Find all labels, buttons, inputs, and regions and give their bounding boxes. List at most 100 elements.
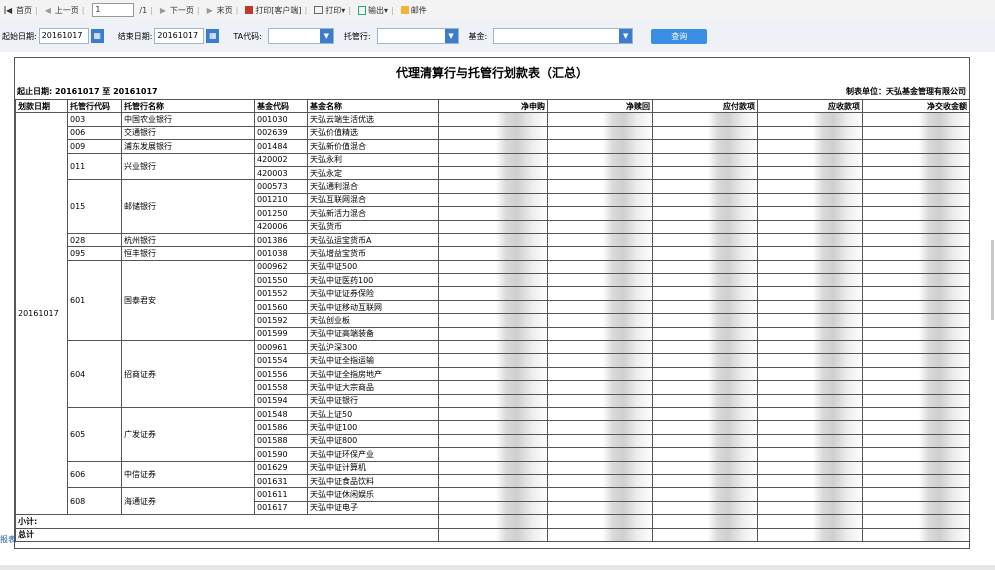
custodian-name-cell: 交通银行 — [121, 125, 255, 141]
side-report-link[interactable]: 报表 — [0, 534, 16, 545]
redacted-amount-cell — [547, 500, 653, 516]
fund-code-cell: 001586 — [254, 420, 308, 435]
redacted-amount-cell — [547, 487, 653, 502]
column-header: 托管行代码 — [67, 98, 122, 114]
fund-code-cell: 420006 — [254, 219, 308, 234]
chevron-down-icon: ▾ — [383, 5, 388, 15]
redacted-amount-cell — [652, 406, 758, 422]
redacted-amount-cell — [547, 527, 653, 542]
fund-select[interactable]: ▼ — [493, 28, 634, 44]
redacted-amount-cell — [757, 112, 863, 127]
custodian-label: 托管行: — [343, 31, 371, 41]
column-header: 净申购 — [438, 98, 548, 114]
custodian-name-cell: 邮储银行 — [121, 179, 255, 234]
redacted-amount-cell — [757, 299, 863, 315]
redacted-amount-cell — [757, 206, 863, 221]
redacted-amount-cell — [757, 447, 863, 462]
fund-name-cell: 天弘中证全指运输 — [307, 353, 439, 368]
start-date-input[interactable]: 20161017 — [38, 28, 89, 44]
redacted-amount-cell — [652, 299, 758, 315]
calendar-icon[interactable]: ▦ — [90, 29, 104, 43]
redacted-amount-cell — [652, 460, 758, 475]
redacted-amount-cell — [862, 393, 970, 408]
mail-button[interactable]: 邮件 — [400, 5, 427, 16]
horizontal-scrollbar[interactable] — [0, 565, 995, 570]
redacted-amount-cell — [438, 500, 548, 516]
fund-name-cell: 天弘中证移动互联网 — [307, 299, 439, 315]
fund-code-cell: 001554 — [254, 353, 308, 368]
prev-page-button[interactable]: ◀ 上一页 — [45, 5, 79, 16]
redacted-amount-cell — [862, 514, 970, 529]
table-row: 006 交通银行 002639 天弘价值精选 — [16, 125, 970, 141]
redacted-amount-cell — [438, 112, 548, 127]
custodian-name-cell: 招商证券 — [121, 340, 255, 408]
total-row-label: 总计 — [15, 527, 439, 542]
redacted-amount-cell — [862, 366, 970, 382]
first-page-button[interactable]: ◀ 首页 — [4, 5, 32, 16]
redacted-amount-cell — [862, 473, 970, 489]
ta-code-select[interactable]: ▼ — [267, 28, 334, 44]
redacted-amount-cell — [547, 326, 653, 342]
next-page-button[interactable]: ▶ 下一页 — [160, 5, 194, 16]
export-icon — [357, 5, 366, 15]
redacted-amount-cell — [757, 366, 863, 382]
redacted-amount-cell — [547, 380, 653, 395]
print-client-button[interactable]: 打印[客户端] — [245, 5, 302, 16]
redacted-amount-cell — [547, 125, 653, 141]
redacted-amount-cell — [652, 286, 758, 301]
redacted-amount-cell — [652, 165, 758, 181]
custodian-code-cell: 095 — [67, 246, 122, 261]
fund-name-cell: 天弘云端生活优选 — [307, 112, 439, 127]
redacted-amount-cell — [438, 326, 548, 342]
redacted-amount-cell — [547, 139, 653, 154]
redacted-amount-cell — [438, 206, 548, 221]
end-date-input[interactable]: 20161017 — [154, 28, 205, 44]
fund-name-cell: 天弘中证全指房地产 — [307, 366, 439, 382]
fund-code-cell: 001250 — [254, 206, 308, 221]
redacted-amount-cell — [547, 273, 653, 288]
table-row: 606 中信证券 001629 天弘中证计算机 — [16, 460, 970, 489]
custodian-select[interactable]: ▼ — [376, 28, 459, 44]
fund-name-cell: 天弘沪深300 — [307, 340, 439, 355]
custodian-name-cell: 中信证券 — [121, 460, 255, 489]
first-page-icon: ◀ — [4, 6, 13, 15]
custodian-name-cell: 兴业银行 — [121, 152, 255, 181]
fund-code-cell: 001484 — [254, 139, 308, 154]
redacted-amount-cell — [438, 219, 548, 234]
print-button[interactable]: 打印 ▾ — [314, 5, 345, 16]
export-button[interactable]: 输出 ▾ — [357, 5, 388, 16]
fund-code-cell: 001617 — [254, 500, 308, 516]
redacted-amount-cell — [757, 219, 863, 234]
chevron-down-icon: ▾ — [341, 5, 346, 15]
fund-name-cell: 天弘中证100 — [307, 420, 439, 435]
fund-name-cell: 天弘中证休闲娱乐 — [307, 487, 439, 502]
fund-name-cell: 天弘上证50 — [307, 406, 439, 422]
last-page-button[interactable]: ▶ 末页 — [207, 5, 233, 16]
redacted-amount-cell — [862, 447, 970, 462]
redacted-amount-cell — [547, 192, 653, 208]
fund-name-cell: 天弘弘运宝货币A — [307, 232, 439, 248]
fund-code-cell: 001030 — [254, 112, 308, 127]
fund-code-cell: 420002 — [254, 152, 308, 167]
redacted-amount-cell — [757, 500, 863, 516]
table-row: 009 浦东发展银行 001484 天弘新价值混合 — [16, 139, 970, 154]
redacted-amount-cell — [862, 112, 970, 127]
fund-name-cell: 天弘中证银行 — [307, 393, 439, 408]
fund-name-cell: 天弘中证计算机 — [307, 460, 439, 475]
column-header: 托管行名称 — [121, 98, 255, 114]
redacted-amount-cell — [862, 139, 970, 154]
query-button[interactable]: 查询 — [651, 28, 708, 44]
scrollbar-thumb[interactable] — [991, 240, 994, 320]
redacted-amount-cell — [757, 340, 863, 355]
redacted-amount-cell — [757, 487, 863, 502]
fund-label: 基金: — [468, 31, 488, 41]
fund-name-cell: 天弘增益宝货币 — [307, 246, 439, 261]
redacted-amount-cell — [438, 125, 548, 141]
fund-name-cell: 天弘新价值混合 — [307, 139, 439, 154]
ta-code-label: TA代码: — [233, 31, 262, 41]
redacted-amount-cell — [547, 366, 653, 382]
page-number-input[interactable]: 1 — [92, 3, 135, 17]
calendar-icon[interactable]: ▦ — [206, 29, 220, 43]
redacted-amount-cell — [862, 340, 970, 355]
redacted-amount-cell — [757, 179, 863, 194]
